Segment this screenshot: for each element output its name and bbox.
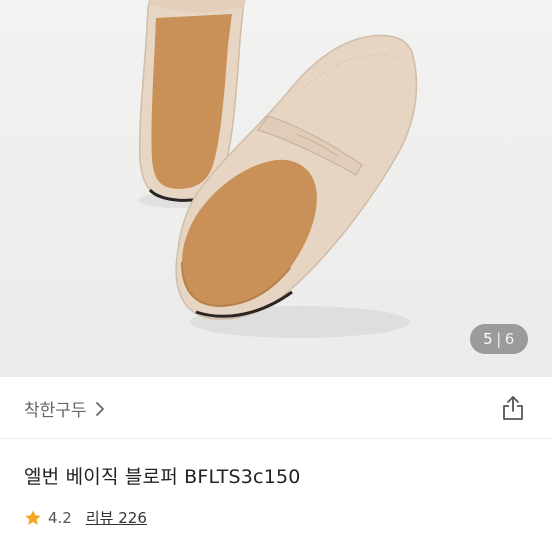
counter-current: 5 xyxy=(483,330,494,348)
review-label: 리뷰 xyxy=(85,509,114,527)
brand-link[interactable]: 착한구두 xyxy=(24,396,105,421)
review-link[interactable]: 리뷰 226 xyxy=(86,507,147,528)
brand-bar: 착한구두 xyxy=(0,377,552,439)
star-icon xyxy=(25,509,41,525)
share-icon[interactable] xyxy=(500,394,526,422)
blofer-shoes-photo xyxy=(138,0,418,338)
counter-total: 6 xyxy=(504,330,515,348)
rating-row: 4.2 리뷰 226 xyxy=(24,507,147,528)
review-count: 226 xyxy=(118,509,147,527)
chevron-right-icon xyxy=(95,401,104,416)
product-image[interactable]: 5 | 6 xyxy=(0,0,552,377)
image-counter: 5 | 6 xyxy=(470,324,528,354)
product-title: 엘번 베이직 블로퍼 BFLTS3c150 xyxy=(24,466,301,488)
brand-name: 착한구두 xyxy=(24,401,87,421)
counter-separator: | xyxy=(496,330,502,348)
rating-score: 4.2 xyxy=(48,508,72,527)
